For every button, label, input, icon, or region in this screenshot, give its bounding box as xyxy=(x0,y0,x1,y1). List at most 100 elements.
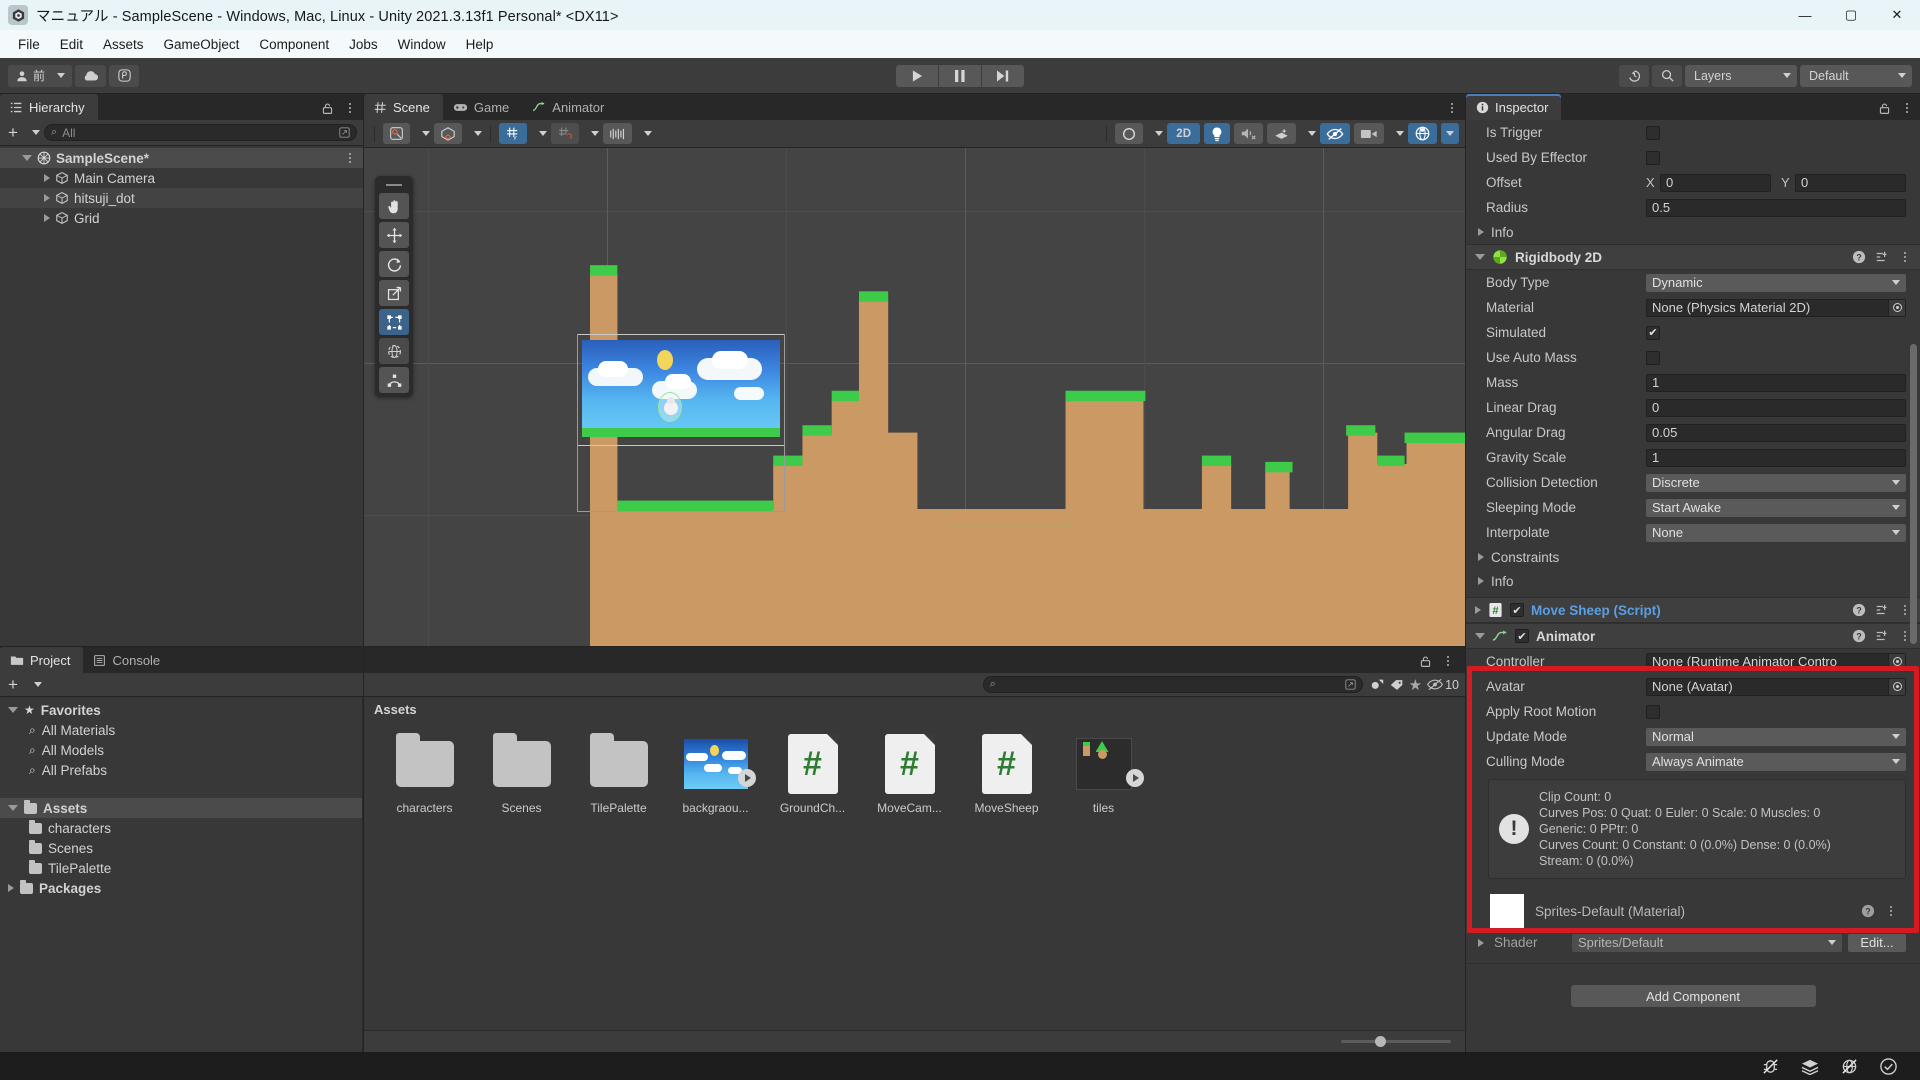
layout-dropdown[interactable]: Default xyxy=(1800,64,1912,87)
add-component-button[interactable]: Add Component xyxy=(1570,985,1816,1007)
script-enabled-checkbox[interactable]: ✔ xyxy=(1510,603,1524,617)
tab-game[interactable]: Game xyxy=(442,94,523,120)
minimize-button[interactable]: — xyxy=(1782,0,1828,30)
material-object-field[interactable]: None (Physics Material 2D) xyxy=(1646,298,1906,317)
help-icon[interactable]: ? xyxy=(1861,904,1875,918)
inspector-scrollbar[interactable] xyxy=(1908,124,1918,1048)
project-search-input[interactable]: ⌕ xyxy=(982,676,1363,693)
property-linear-drag[interactable]: Linear Drag 0 xyxy=(1466,395,1920,420)
cloud-button[interactable] xyxy=(75,64,107,87)
chevron-right-icon[interactable] xyxy=(44,194,50,202)
project-tree-characters[interactable]: characters xyxy=(0,818,362,838)
step-button[interactable] xyxy=(982,64,1024,87)
menu-edit[interactable]: Edit xyxy=(50,33,93,56)
property-shader[interactable]: Shader Sprites/Default Edit... xyxy=(1466,930,1920,955)
project-tree-packages[interactable]: Packages xyxy=(0,878,362,898)
shader-dropdown[interactable]: Sprites/Default xyxy=(1572,933,1842,952)
rect-tool-button[interactable] xyxy=(379,309,409,335)
search-expand-icon[interactable] xyxy=(1344,679,1356,690)
asset-size-slider[interactable] xyxy=(1341,1036,1451,1047)
mute-bug-icon[interactable] xyxy=(1761,1058,1780,1075)
offset-y-field[interactable]: 0 xyxy=(1795,173,1906,192)
search-button[interactable] xyxy=(1652,64,1682,87)
fx-button[interactable] xyxy=(1267,123,1296,144)
chevron-down-icon[interactable] xyxy=(539,131,547,136)
2d-toggle-button[interactable]: 2D xyxy=(1167,123,1200,144)
chevron-right-icon[interactable] xyxy=(1475,606,1481,614)
expand-tiles-icon[interactable] xyxy=(1125,769,1144,787)
angular-drag-field[interactable]: 0.05 xyxy=(1646,423,1906,442)
update-mode-dropdown[interactable]: Normal xyxy=(1646,727,1906,746)
tab-inspector[interactable]: Inspector xyxy=(1466,94,1562,120)
chevron-down-icon[interactable] xyxy=(31,130,40,135)
create-asset-button[interactable]: + xyxy=(6,676,20,693)
property-controller[interactable]: Controller None (Runtime Animator Contro xyxy=(1466,649,1920,674)
hierarchy-item-hitsuji-dot[interactable]: hitsuji_dot xyxy=(0,188,363,208)
property-body-type[interactable]: Body Type Dynamic xyxy=(1466,270,1920,295)
search-expand-icon[interactable] xyxy=(339,127,350,138)
project-tree-favorites[interactable]: ★ Favorites xyxy=(0,700,362,720)
property-mass[interactable]: Mass 1 xyxy=(1466,370,1920,395)
menu-window[interactable]: Window xyxy=(388,33,456,56)
chevron-right-icon[interactable] xyxy=(1478,228,1484,236)
panel-lock-icon[interactable] xyxy=(1419,655,1432,668)
property-interpolate[interactable]: Interpolate None xyxy=(1466,520,1920,545)
radius-field[interactable]: 0.5 xyxy=(1646,198,1906,217)
hand-tool-button[interactable] xyxy=(379,193,409,219)
hierarchy-item-samplescene[interactable]: SampleScene* xyxy=(0,148,363,168)
chevron-right-icon[interactable] xyxy=(44,174,50,182)
chevron-right-icon[interactable] xyxy=(1478,577,1484,585)
asset-item[interactable]: characters xyxy=(382,733,467,815)
project-menu-icon[interactable] xyxy=(1441,653,1455,669)
asset-item[interactable]: tiles xyxy=(1061,733,1146,815)
snap-increment-button[interactable] xyxy=(603,123,632,144)
help-icon[interactable]: ? xyxy=(1852,603,1866,617)
property-angular-drag[interactable]: Angular Drag 0.05 xyxy=(1466,420,1920,445)
undo-history-button[interactable] xyxy=(1619,64,1649,87)
layers-dropdown[interactable]: Layers xyxy=(1685,64,1797,87)
chevron-down-icon[interactable] xyxy=(33,682,42,687)
menu-help[interactable]: Help xyxy=(456,33,504,56)
property-used-by-effector[interactable]: Used By Effector xyxy=(1466,145,1920,170)
chevron-down-icon[interactable] xyxy=(591,131,599,136)
chevron-down-icon[interactable] xyxy=(474,131,482,136)
property-material[interactable]: Material None (Physics Material 2D) xyxy=(1466,295,1920,320)
tab-scene[interactable]: Scene xyxy=(364,94,443,120)
hierarchy-menu-icon[interactable] xyxy=(343,100,357,116)
collider-info-foldout[interactable]: Info xyxy=(1466,220,1920,244)
audio-toggle-button[interactable] xyxy=(1234,123,1263,144)
property-use-auto-mass[interactable]: Use Auto Mass xyxy=(1466,345,1920,370)
scrollbar-thumb[interactable] xyxy=(1910,344,1917,644)
inspector-lock-icon[interactable] xyxy=(1878,102,1891,115)
body-type-dropdown[interactable]: Dynamic xyxy=(1646,273,1906,292)
custom-tool-button[interactable] xyxy=(379,367,409,393)
account-button[interactable]: 前 xyxy=(8,64,73,87)
menu-assets[interactable]: Assets xyxy=(93,33,154,56)
menu-gameobject[interactable]: GameObject xyxy=(154,33,250,56)
gizmos-dropdown-button[interactable] xyxy=(1441,123,1459,144)
preset-icon[interactable] xyxy=(1875,250,1889,264)
rotate-tool-button[interactable] xyxy=(379,251,409,277)
draw-mode-button[interactable] xyxy=(1115,123,1144,144)
check-circle-icon[interactable] xyxy=(1879,1057,1898,1076)
preset-icon[interactable] xyxy=(1875,629,1889,643)
rigidbody-info-foldout[interactable]: Info xyxy=(1466,569,1920,593)
property-collision-detection[interactable]: Collision Detection Discrete xyxy=(1466,470,1920,495)
shading-mode-button[interactable] xyxy=(383,123,410,144)
scale-tool-button[interactable] xyxy=(379,280,409,306)
avatar-object-field[interactable]: None (Avatar) xyxy=(1646,677,1906,696)
create-gameobject-button[interactable]: + xyxy=(6,124,20,141)
gizmo-mode-button[interactable] xyxy=(434,123,462,144)
filter-by-label-icon[interactable] xyxy=(1389,678,1405,692)
chevron-down-icon[interactable] xyxy=(1396,131,1404,136)
maximize-button[interactable]: ▢ xyxy=(1828,0,1874,30)
animator-enabled-checkbox[interactable]: ✔ xyxy=(1515,629,1529,643)
asset-item[interactable]: # MoveSheep xyxy=(964,733,1049,815)
tab-console[interactable]: Console xyxy=(83,647,174,673)
lock-icon[interactable] xyxy=(321,102,334,115)
project-tree-all-prefabs[interactable]: ⌕ All Prefabs xyxy=(0,760,362,780)
close-button[interactable]: ✕ xyxy=(1874,0,1920,30)
filter-favorites-icon[interactable]: ★ xyxy=(1409,676,1422,694)
layers-stack-icon[interactable] xyxy=(1800,1058,1820,1075)
move-tool-button[interactable] xyxy=(379,222,409,248)
